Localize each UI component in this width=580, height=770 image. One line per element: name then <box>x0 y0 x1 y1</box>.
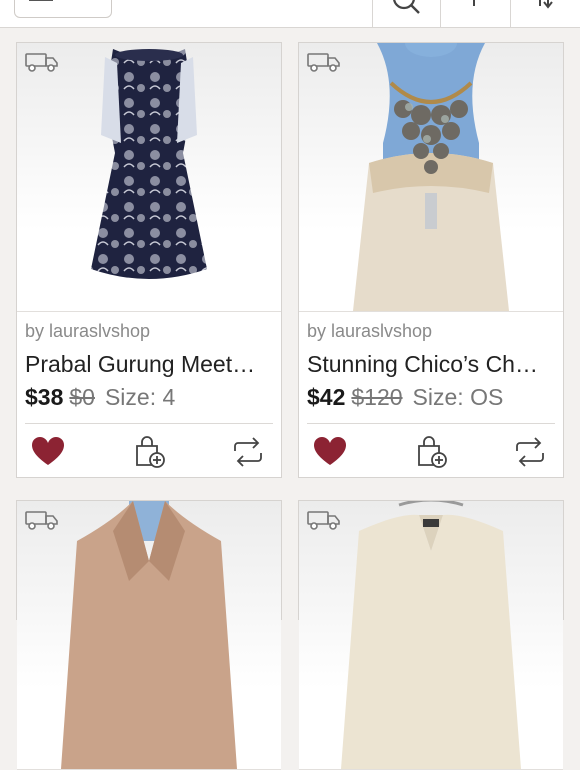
original-price: $120 <box>351 384 403 410</box>
jacket-image <box>61 501 237 769</box>
jacket-image <box>341 501 521 769</box>
original-price: $0 <box>69 384 95 410</box>
listing-photo[interactable] <box>17 43 281 312</box>
listing-card[interactable] <box>298 500 564 770</box>
shipping-truck-icon <box>307 511 340 530</box>
listing-size: Size: 4 <box>104 384 176 410</box>
card-divider <box>25 423 273 424</box>
filter-icon[interactable] <box>456 0 496 20</box>
top-bar <box>0 0 580 28</box>
card-divider <box>307 423 555 424</box>
listing-card[interactable]: by lauraslvshop Prabal Gurung Meet… $38 $… <box>16 42 282 478</box>
add-to-bundle-icon[interactable] <box>415 435 449 469</box>
toolbar-divider <box>510 0 511 27</box>
listing-price: $42 <box>307 384 346 410</box>
price-row: $42 $120 Size: OS <box>307 384 503 411</box>
add-to-bundle-icon[interactable] <box>133 435 167 469</box>
search-icon[interactable] <box>386 0 426 20</box>
listing-photo[interactable] <box>299 43 563 312</box>
hamburger-icon <box>29 0 53 1</box>
share-icon[interactable] <box>231 435 265 469</box>
menu-button[interactable] <box>14 0 112 18</box>
shipping-truck-icon <box>307 53 340 72</box>
listing-size: Size: OS <box>412 384 504 410</box>
heart-icon[interactable] <box>313 435 347 469</box>
listing-card[interactable]: by lauraslvshop Stunning Chico’s Ch… $42… <box>298 42 564 478</box>
toolbar-divider <box>440 0 441 27</box>
shipping-truck-icon <box>25 53 58 72</box>
listing-price: $38 <box>25 384 64 410</box>
listing-photo[interactable] <box>17 501 281 770</box>
listing-card[interactable] <box>16 500 282 770</box>
share-icon[interactable] <box>513 435 547 469</box>
toolbar-divider <box>372 0 373 27</box>
sort-icon[interactable] <box>526 0 566 20</box>
listing-title[interactable]: Prabal Gurung Meet… <box>25 351 273 378</box>
seller-name[interactable]: by lauraslvshop <box>25 321 150 342</box>
shipping-truck-icon <box>25 511 58 530</box>
dress-image <box>91 49 207 279</box>
top-image <box>353 43 509 311</box>
price-row: $38 $0 Size: 4 <box>25 384 175 411</box>
heart-icon[interactable] <box>31 435 65 469</box>
seller-name[interactable]: by lauraslvshop <box>307 321 432 342</box>
listing-title[interactable]: Stunning Chico’s Ch… <box>307 351 555 378</box>
listing-photo[interactable] <box>299 501 563 770</box>
